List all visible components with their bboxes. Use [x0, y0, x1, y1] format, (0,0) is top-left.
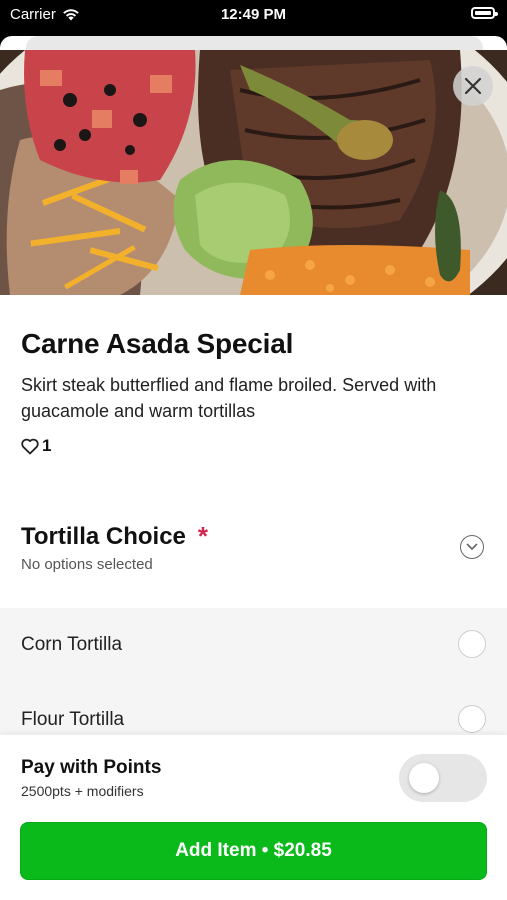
- pay-with-points-toggle[interactable]: [399, 754, 487, 802]
- chevron-down-icon: [466, 543, 478, 551]
- clock: 12:49 PM: [220, 6, 287, 23]
- item-description: Skirt steak butterflied and flame broile…: [21, 375, 437, 421]
- sheet-backdrop-card: [26, 36, 483, 50]
- option-label: Corn Tortilla: [21, 634, 123, 655]
- modifier-group-status: No options selected: [21, 556, 153, 573]
- status-bar: Carrier 12:49 PM: [0, 0, 507, 30]
- option-radio[interactable]: [458, 705, 486, 733]
- item-title: Carne Asada Special: [21, 328, 294, 359]
- checkout-footer: Pay with Points 2500pts + modifiers Add …: [0, 735, 507, 900]
- option-radio[interactable]: [458, 630, 486, 658]
- required-marker: *: [197, 521, 209, 551]
- close-button[interactable]: [453, 66, 493, 106]
- battery-icon: [471, 7, 498, 19]
- pay-with-points-title: Pay with Points: [21, 757, 162, 778]
- close-icon: [464, 77, 482, 95]
- option-label: Flour Tortilla: [21, 709, 125, 730]
- add-item-button[interactable]: Add Item • $20.85: [20, 822, 487, 880]
- item-photo: [0, 50, 507, 295]
- like-button[interactable]: 1: [21, 436, 51, 456]
- like-count: 1: [42, 436, 52, 455]
- modifier-group-title: Tortilla Choice *: [21, 521, 208, 552]
- heart-icon: [21, 438, 39, 454]
- points-cost: 2500pts + modifiers: [21, 783, 144, 799]
- option-row-corn-tortilla[interactable]: Corn Tortilla: [0, 608, 507, 680]
- modifier-group-name: Tortilla Choice: [21, 522, 186, 550]
- modifier-options-list: Corn Tortilla Flour Tortilla: [0, 608, 507, 738]
- food-photo-icon: [0, 50, 507, 295]
- collapse-group-button[interactable]: [460, 535, 484, 559]
- toggle-knob: [409, 763, 439, 793]
